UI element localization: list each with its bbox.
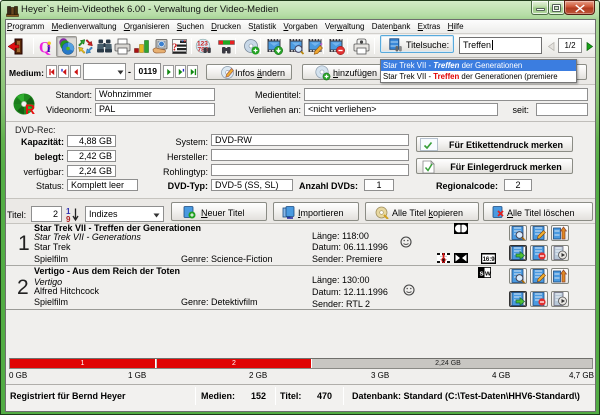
svg-text:16:9: 16:9 <box>483 257 496 263</box>
svg-text:9: 9 <box>66 215 71 222</box>
svg-text:789: 789 <box>198 47 209 54</box>
svg-text:?: ? <box>172 42 178 54</box>
svg-text:s: s <box>480 269 484 278</box>
svg-text:w: w <box>484 269 491 278</box>
